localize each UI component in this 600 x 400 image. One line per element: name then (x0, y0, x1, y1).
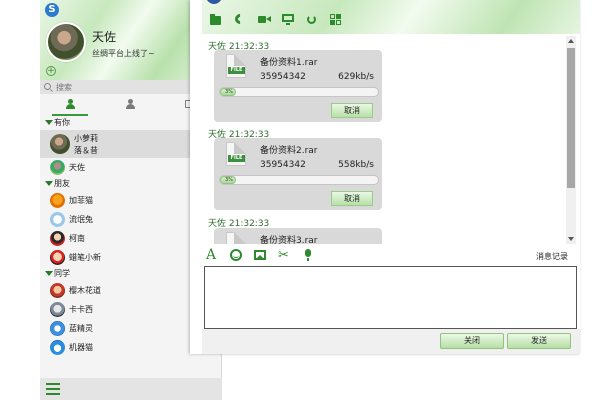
chat-header (202, 0, 580, 34)
cancel-button[interactable]: 取消 (331, 191, 373, 206)
file-name: 备份资料2.rar (260, 146, 318, 156)
avatar (50, 302, 65, 317)
progress-label: 3% (225, 177, 233, 183)
input-toolbar: A ✂ 消息记录 (202, 246, 578, 266)
message-history-link[interactable]: 消息记录 (536, 251, 568, 262)
progress-bar: 3% (219, 87, 379, 97)
image-icon[interactable] (254, 249, 267, 262)
transfer-speed: 629kb/s (338, 72, 374, 82)
app-logo: S (45, 3, 59, 17)
progress-bar: 3% (219, 175, 379, 185)
tab-contacts[interactable] (40, 96, 100, 116)
phone-icon[interactable] (232, 11, 248, 27)
screen-share-icon[interactable] (282, 14, 295, 25)
contact-name: 天佐 (69, 163, 85, 172)
group-icon (125, 99, 135, 109)
avatar (50, 193, 65, 208)
contact-name: 流氓兔 (69, 215, 93, 224)
contact-name: 樱木花道 (69, 286, 101, 295)
scroll-down-icon[interactable] (568, 237, 574, 241)
file-size: 35954342 (260, 160, 306, 170)
file-transfer-card: FILE 备份资料3.rar (214, 228, 382, 244)
contact-name: 机器猫 (69, 343, 93, 352)
avatar (50, 283, 65, 298)
scissors-icon[interactable]: ✂ (278, 249, 291, 262)
contact-signature: 落＆昔 (74, 146, 98, 155)
avatar (50, 250, 65, 265)
avatar (50, 340, 65, 355)
contact-name: 蜡笔小新 (69, 253, 101, 262)
font-icon[interactable]: A (206, 248, 219, 262)
message-area: 天佐 21:32:33 FILE 备份资料1.rar 35954342 629k… (202, 34, 580, 244)
message-input[interactable] (205, 267, 576, 328)
scroll-up-icon[interactable] (568, 39, 574, 43)
file-transfer-icon[interactable] (210, 14, 223, 25)
contact-name: 小萝莉 (74, 134, 98, 143)
transfer-speed: 558kb/s (338, 160, 374, 170)
apps-icon[interactable] (330, 14, 343, 25)
file-icon: FILE (226, 54, 246, 78)
avatar (50, 231, 65, 246)
add-icon[interactable]: + (46, 66, 56, 76)
user-signature[interactable]: 丝绸平台上线了~ (92, 48, 155, 59)
user-name: 天佐 (92, 30, 117, 44)
avatar (50, 212, 65, 227)
tab-groups[interactable] (100, 96, 160, 116)
progress-label: 3% (225, 89, 233, 95)
file-transfer-card: FILE 备份资料2.rar 35954342 558kb/s 3% 取消 (214, 138, 382, 210)
panel-footer (40, 378, 222, 400)
collapse-arrow-icon (45, 181, 53, 186)
avatar (50, 321, 65, 336)
collapse-arrow-icon (45, 120, 53, 125)
refresh-icon[interactable] (306, 14, 319, 25)
avatar (50, 134, 70, 154)
search-icon (44, 83, 51, 90)
send-button[interactable]: 发送 (507, 333, 571, 349)
group-name: 有你 (54, 118, 70, 127)
file-size: 35954342 (260, 72, 306, 82)
person-icon (65, 99, 75, 109)
emoji-icon[interactable] (230, 249, 243, 262)
scroll-thumb[interactable] (567, 48, 575, 188)
file-name: 备份资料3.rar (260, 236, 318, 244)
video-icon[interactable] (258, 14, 271, 25)
scrollbar[interactable] (566, 36, 576, 244)
message-input-box[interactable] (204, 266, 577, 329)
avatar (50, 160, 65, 175)
user-avatar[interactable] (46, 22, 86, 62)
file-name: 备份资料1.rar (260, 58, 318, 68)
close-button[interactable]: 关闭 (440, 333, 504, 349)
file-icon: FILE (226, 142, 246, 166)
chat-footer: 关闭 发送 (202, 329, 580, 354)
cancel-button[interactable]: 取消 (331, 103, 373, 118)
microphone-icon[interactable] (302, 249, 315, 262)
menu-icon[interactable] (46, 383, 60, 395)
contact-name: 加菲猫 (69, 196, 93, 205)
collapse-arrow-icon (45, 271, 53, 276)
group-name: 同学 (54, 269, 70, 278)
search-input[interactable] (56, 81, 206, 93)
contact-name: 柯南 (69, 234, 85, 243)
group-name: 朋友 (54, 179, 70, 188)
file-icon: FILE (226, 232, 246, 244)
contact-name: 卡卡西 (69, 305, 93, 314)
contact-name: 蓝精灵 (69, 324, 93, 333)
file-transfer-card: FILE 备份资料1.rar 35954342 629kb/s 3% 取消 (214, 50, 382, 122)
chat-avatar[interactable] (206, 0, 222, 4)
